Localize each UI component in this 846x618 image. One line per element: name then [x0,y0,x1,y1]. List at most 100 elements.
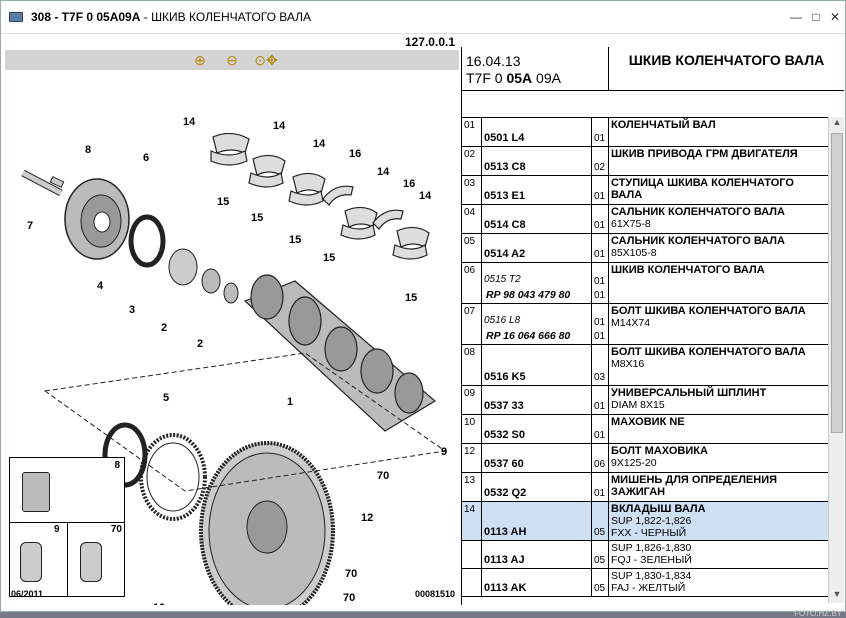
callout-14: 14 [419,190,432,202]
row-desc-cell: КОЛЕНЧАТЫЙ ВАЛ [609,118,828,131]
zoom-out-icon[interactable]: ⊖ [223,51,241,69]
callout-15: 15 [289,234,301,246]
row-number: 01 [462,118,482,146]
table-row[interactable]: 09 0537 33 01 УНИВЕРСАЛЬНЫЙ ШПЛИНТ DIAM 8X15 [462,386,828,415]
callout-15: 15 [217,196,229,208]
row-desc-cell: УНИВЕРСАЛЬНЫЙ ШПЛИНТ DIAM 8X15 [609,386,828,411]
row-qty-cell: 03 [592,345,609,385]
header-title: ШКИВ КОЛЕНЧАТОГО ВАЛА [628,52,825,68]
row-qty-cell: 01 [592,205,609,233]
row-desc-cell: САЛЬНИК КОЛЕНЧАТОГО ВАЛА 61X75-8 [609,205,828,230]
callout-70: 70 [343,592,355,604]
zoom-in-icon[interactable]: ⊕ [191,51,209,69]
callout-70: 70 [377,470,389,482]
row-code-cell: 0532 Q2 [482,473,592,501]
row-number: 13 [462,473,482,501]
row-code-cell: 0515 T2 RP 98 043 479 80 [482,263,592,303]
table-row[interactable]: 07 0516 L8 RP 16 064 666 80 01 01 БОЛТ ШКИВА … [462,304,828,345]
row-name: МИШЕНЬ ДЛЯ ОПРЕДЕЛЕНИЯ ЗАЖИГАН [611,474,778,498]
row-qty: 05 [594,527,606,538]
callout-16: 16 [403,178,415,190]
maximize-button[interactable]: □ [809,10,823,24]
row-name: БОЛТ МАХОВИКА [611,445,708,457]
row-name: БОЛТ ШКИВА КОЛЕНЧАТОГО ВАЛА [611,346,806,358]
table-row[interactable]: 14 0113 AH 05 ВКЛАДЫШ ВАЛА SUP 1,822-1,826 FX… [462,502,828,541]
row-spec: SUP 1,822-1,826 [611,515,692,527]
parts-table: 01 0501 L4 01 КОЛЕНЧАТЫЙ ВАЛ 02 0513 C8 02 ШКИВ… [462,117,828,603]
row-number: 03 [462,176,482,204]
row-code-cell: 0501 L4 [482,118,592,146]
scroll-thumb[interactable] [831,133,843,433]
window-title: 308 - T7F 0 05A09A - ШКИВ КОЛЕНЧАТОГО ВА… [31,10,311,24]
table-row[interactable]: 10 0532 S0 01 МАХОВИК NE [462,415,828,444]
callout-6: 6 [143,152,149,164]
table-row[interactable]: 12 0537 60 06 БОЛТ МАХОВИКА 9X125-20 [462,444,828,473]
row-spec: SUP 1,826-1,830 [611,542,692,554]
row-number: 05 [462,234,482,262]
diagram-panel: 127.0.0.1 ⊕ ⊖ ⊙✥ 14 14 14 14 14 15 15 15… [5,35,459,605]
row-code-cell: 0113 AH [482,502,592,540]
callout-70: 70 [345,568,357,580]
row-qty: 01 [594,276,606,287]
row-code: 0515 T2 [484,274,521,285]
table-row[interactable]: 0113 AK 05 SUP 1,830-1,834 FAJ - ЖЕЛТЫЙ [462,569,828,597]
row-qty-cell: 02 [592,147,609,175]
row-desc-cell: БОЛТ МАХОВИКА 9X125-20 [609,444,828,469]
row-number: 07 [462,304,482,344]
callout-15: 15 [405,292,417,304]
table-row[interactable]: 02 0513 C8 02 ШКИВ ПРИВОДА ГРМ ДВИГАТЕЛЯ [462,147,828,176]
parts-scrollbar[interactable]: ▲ ▼ [828,117,844,603]
row-code: 0501 L4 [484,132,525,144]
row-number: 09 [462,386,482,414]
close-button[interactable]: ✕ [828,10,842,24]
row-qty-cell: 01 01 [592,263,609,303]
row-code-cell: 0537 33 [482,386,592,414]
row-qty: 02 [594,162,606,173]
title-bar: 308 - T7F 0 05A09A - ШКИВ КОЛЕНЧАТОГО ВА… [1,1,845,34]
callout-8: 8 [85,144,91,156]
row-qty-cell: 01 01 [592,304,609,344]
callout-3: 3 [129,304,135,316]
row-number: 06 [462,263,482,303]
row-code-cell: 0532 S0 [482,415,592,443]
callout-15: 15 [323,252,335,264]
row-rp-code: RP 16 064 666 80 [486,330,571,342]
row-desc-cell: БОЛТ ШКИВА КОЛЕНЧАТОГО ВАЛА M14X74 [609,304,828,329]
callout-2: 2 [197,338,203,350]
table-row[interactable]: 06 0515 T2 RP 98 043 479 80 01 01 ШКИВ КОЛЕНЧ… [462,263,828,304]
table-row[interactable]: 13 0532 Q2 01 МИШЕНЬ ДЛЯ ОПРЕДЕЛЕНИЯ ЗАЖИГА… [462,473,828,502]
row-desc-cell: SUP 1,826-1,830 FQJ - ЗЕЛЕНЫЙ [609,541,828,566]
row-qty: 01 [594,191,606,202]
row-spec: FQJ - ЗЕЛЕНЫЙ [611,554,692,566]
row-qty: 05 [594,555,606,566]
row-code: 0537 33 [484,400,524,412]
inset-label-8: 8 [114,460,120,471]
zoom-pan-icon[interactable]: ⊙✥ [253,51,279,69]
row-desc-cell: SUP 1,830-1,834 FAJ - ЖЕЛТЫЙ [609,569,828,594]
table-row[interactable]: 04 0514 C8 01 САЛЬНИК КОЛЕНЧАТОГО ВАЛА 61X75… [462,205,828,234]
row-number: 08 [462,345,482,385]
table-row[interactable]: 0113 AJ 05 SUP 1,826-1,830 FQJ - ЗЕЛЕНЫЙ [462,541,828,569]
table-row[interactable]: 01 0501 L4 01 КОЛЕНЧАТЫЙ ВАЛ [462,118,828,147]
callout-15: 15 [251,212,263,224]
row-desc-cell: МИШЕНЬ ДЛЯ ОПРЕДЕЛЕНИЯ ЗАЖИГАН [609,473,828,498]
row-desc-cell: САЛЬНИК КОЛЕНЧАТОГО ВАЛА 85X105-8 [609,234,828,259]
table-row[interactable]: 08 0516 K5 03 БОЛТ ШКИВА КОЛЕНЧАТОГО ВАЛА M8… [462,345,828,386]
row-number: 02 [462,147,482,175]
table-row[interactable]: 03 0513 E1 01 СТУПИЦА ШКИВА КОЛЕНЧАТОГО ВАЛ… [462,176,828,205]
row-name: БОЛТ ШКИВА КОЛЕНЧАТОГО ВАЛА [611,305,806,317]
row-code: 0532 S0 [484,429,525,441]
row-qty-cell: 01 [592,473,609,501]
scroll-up-icon[interactable]: ▲ [829,117,845,131]
minimize-button[interactable]: — [789,10,803,24]
scroll-down-icon[interactable]: ▼ [829,589,845,603]
row-qty: 06 [594,459,606,470]
callout-1: 1 [287,396,293,408]
header-code: T7F 0 05A 09A [466,70,608,87]
row-name: ШКИВ ПРИВОДА ГРМ ДВИГАТЕЛЯ [611,148,798,160]
row-code-cell: 0113 AK [482,569,592,596]
table-row[interactable]: 05 0514 A2 01 САЛЬНИК КОЛЕНЧАТОГО ВАЛА 85X10… [462,234,828,263]
callout-12: 12 [361,512,373,524]
row-qty: 05 [594,583,606,594]
row-qty: 01 [594,220,606,231]
